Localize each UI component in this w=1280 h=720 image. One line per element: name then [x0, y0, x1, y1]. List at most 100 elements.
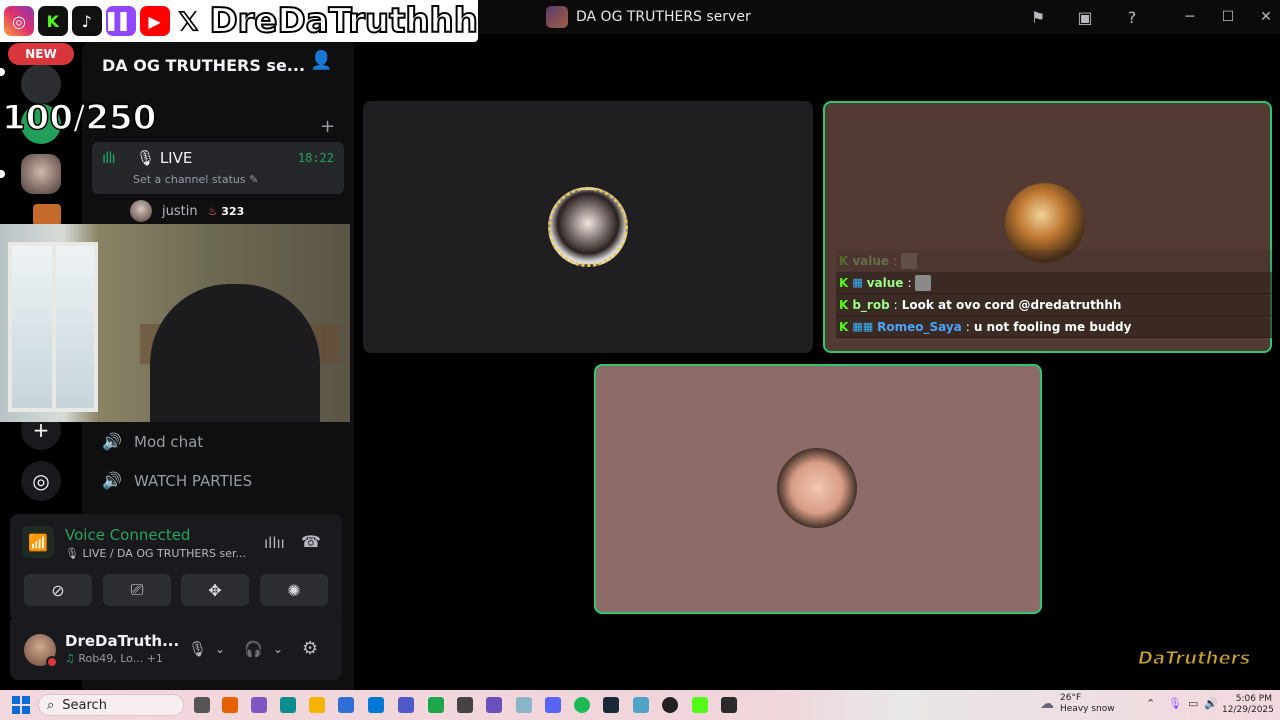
minimize-button[interactable]: ─ [1178, 6, 1202, 28]
file-explorer-icon[interactable] [309, 697, 325, 713]
kick-icon: K [839, 319, 849, 334]
add-member-icon[interactable]: 👤 [310, 50, 332, 71]
discord-icon[interactable] [545, 697, 561, 713]
speaker-icon: 🔊 [102, 432, 122, 451]
title-center: DA OG TRUTHERS server [546, 6, 751, 28]
subscriber-icon: ▦▦ [852, 320, 874, 333]
inbox-icon[interactable]: ▣ [1074, 6, 1096, 28]
goal-counter: 100/250 [1, 97, 157, 139]
flag-icon[interactable]: ⚑ [1027, 6, 1049, 28]
chevron-up-icon[interactable]: ⌃ [1146, 697, 1155, 710]
screen-share-button[interactable]: ⎚ [103, 574, 171, 606]
activities-button[interactable]: ✥ [181, 574, 249, 606]
chevron-down-icon[interactable]: ⌄ [215, 642, 225, 656]
chat-text: Look at ovo cord @dredatruthhh [901, 297, 1122, 312]
search-icon: ⌕ [47, 697, 55, 713]
chat-message: K b_rob : Look at ovo cord @dredatruthhh [836, 294, 1272, 316]
task-view-icon[interactable] [194, 697, 210, 713]
app-icon[interactable] [633, 697, 649, 713]
window-frame [52, 242, 56, 412]
create-channel-icon[interactable]: + [320, 116, 335, 137]
channel-name: 🎙 LIVE [136, 149, 193, 167]
channel-status[interactable]: Set a channel status ✎ [133, 173, 258, 186]
search-box[interactable]: ⌕ Search [38, 694, 184, 716]
participant-avatar [548, 187, 628, 267]
speaker-icon[interactable]: 🔊 [1204, 697, 1218, 710]
app-icon[interactable] [486, 697, 502, 713]
headphones-icon[interactable]: 🎧 [244, 640, 263, 658]
server-header[interactable]: DA OG TRUTHERS se... ⌄ [102, 48, 342, 82]
steam-icon[interactable] [603, 697, 619, 713]
webcam-overlay [0, 224, 350, 422]
kick-app-icon[interactable] [692, 697, 708, 713]
soundboard-button[interactable]: ✺ [260, 574, 328, 606]
app-icon[interactable] [516, 697, 532, 713]
clock-time: 5:06 PM [1235, 694, 1272, 704]
speaker-icon: 🔊 [102, 471, 122, 490]
noise-suppression-icon[interactable]: ıllıı [264, 534, 285, 552]
close-button[interactable]: ✕ [1254, 6, 1278, 28]
firefox-icon[interactable] [222, 697, 238, 713]
outlook-icon[interactable] [368, 697, 384, 713]
channel-label: WATCH PARTIES [134, 471, 253, 490]
avatar [130, 200, 152, 222]
voice-channel-live[interactable]: ıllı 🎙 LIVE 18:22 Set a channel status ✎ [92, 142, 344, 194]
emote-icon [915, 274, 932, 291]
snow-cloud-icon: ☁ [1040, 696, 1054, 712]
video-tile[interactable] [363, 101, 813, 353]
clock-date: 12/29/2025 [1222, 705, 1274, 715]
member-name: justin [162, 203, 198, 219]
server-icon-avatar[interactable] [21, 154, 61, 194]
monitor-icon[interactable]: ▭ [1188, 697, 1198, 710]
mic-tray-icon[interactable]: 🎙 [1168, 697, 1182, 710]
gear-icon[interactable]: ⚙ [302, 638, 318, 659]
clock[interactable]: 5:06 PM 12/29/2025 [1222, 694, 1274, 716]
voice-member[interactable]: justin ♨ 323 [130, 200, 244, 222]
voice-channel-path[interactable]: 🎙 LIVE / DA OG TRUTHERS ser... [65, 547, 246, 560]
username[interactable]: DreDaTruth... [65, 632, 179, 650]
video-tile-speaking[interactable] [594, 364, 1042, 614]
app-icon[interactable] [457, 697, 473, 713]
weather-widget[interactable]: ☁ 26°F Heavy snow [1040, 693, 1115, 715]
stream-chat-overlay: K value : K ▦ value : K b_rob : Look at … [836, 250, 1272, 338]
channel-watch-parties[interactable]: 🔊 WATCH PARTIES [102, 471, 252, 490]
windows-start-icon[interactable] [12, 696, 30, 714]
store-icon[interactable] [338, 697, 354, 713]
chat-user: b_rob [852, 297, 890, 312]
discover-icon[interactable]: ◎ [21, 461, 61, 501]
chat-message: K ▦▦ Romeo_Saya : u not fooling me buddy [836, 316, 1272, 338]
obs-icon[interactable] [662, 697, 678, 713]
x-icon: 𝕏 [173, 5, 204, 38]
channel-timer: 18:22 [297, 151, 334, 165]
help-icon[interactable]: ? [1121, 6, 1143, 28]
mic-icon[interactable]: 🎙 [188, 640, 207, 658]
kick-icon: K [839, 253, 849, 268]
search-placeholder: Search [62, 697, 107, 713]
maximize-button[interactable]: ☐ [1216, 6, 1240, 28]
channel-mod-chat[interactable]: 🔊 Mod chat [102, 432, 203, 451]
epic-games-icon[interactable] [721, 697, 737, 713]
copilot-icon[interactable] [251, 697, 267, 713]
server-icon-stream[interactable] [33, 204, 61, 226]
disconnect-icon[interactable]: ☎ [301, 532, 321, 551]
chevron-down-icon[interactable]: ⌄ [273, 642, 283, 656]
weather-temp: 26°F [1060, 693, 1082, 703]
voice-status[interactable]: Voice Connected [65, 526, 190, 544]
streamer [150, 284, 320, 422]
user-activity: ♫ Rob49, Lo... +1 [65, 652, 163, 665]
member-badge: ♨ 323 [208, 205, 245, 218]
spotify-icon[interactable] [574, 697, 590, 713]
user-panel: DreDaTruth... ♫ Rob49, Lo... +1 🎙 ⌄ 🎧 ⌄ … [10, 620, 342, 680]
subscriber-icon: ▦ [852, 276, 863, 289]
teams-icon[interactable] [398, 697, 414, 713]
channel-status-text: Set a channel status [133, 173, 246, 186]
edge-icon[interactable] [280, 697, 296, 713]
signal-icon[interactable]: 📶 [22, 526, 54, 558]
chat-separator: : [893, 297, 898, 312]
kick-icon: K [37, 6, 68, 36]
xbox-icon[interactable] [428, 697, 444, 713]
camera-off-button[interactable]: ⊘ [24, 574, 92, 606]
activity-extra: +1 [146, 652, 163, 665]
flame-icon: ♨ [207, 204, 218, 218]
channel-label: Mod chat [134, 432, 204, 451]
